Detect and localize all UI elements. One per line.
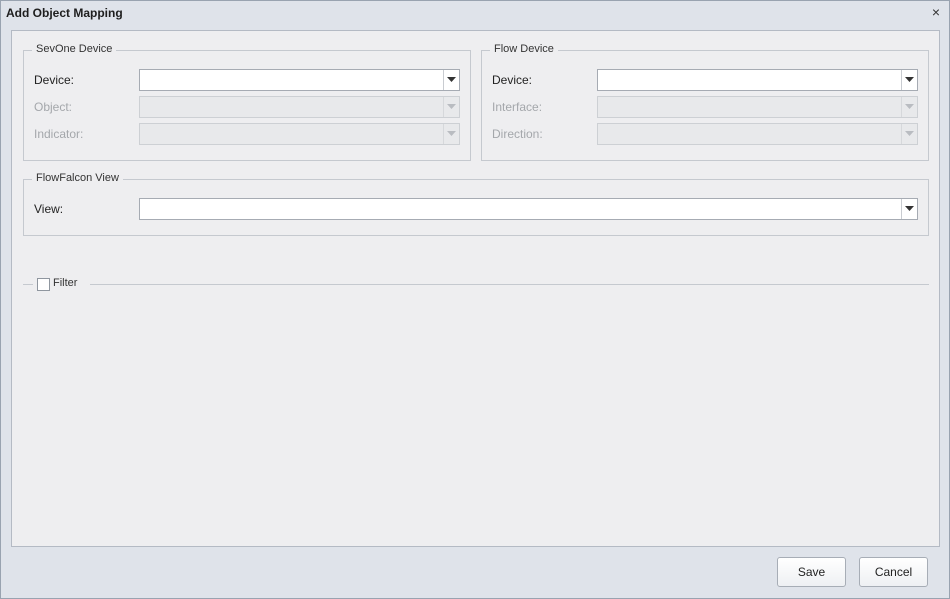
sevone-indicator-combo[interactable] [139, 123, 460, 145]
chevron-down-icon[interactable] [443, 70, 459, 90]
filter-divider-left [23, 284, 33, 285]
sevone-object-row: Object: [24, 96, 470, 118]
close-icon[interactable]: × [929, 4, 943, 20]
flow-direction-label: Direction: [492, 127, 543, 141]
add-object-mapping-dialog: Add Object Mapping × SevOne Device Devic… [0, 0, 950, 599]
flow-interface-combo[interactable] [597, 96, 918, 118]
flow-device-group: Flow Device Device: Interface: Direction… [481, 43, 929, 161]
flow-device-row: Device: [482, 69, 928, 91]
chevron-down-icon [443, 124, 459, 144]
sevone-object-label: Object: [34, 100, 73, 114]
sevone-indicator-label: Indicator: [34, 127, 84, 141]
filter-section: Filter [23, 277, 929, 291]
chevron-down-icon[interactable] [901, 199, 917, 219]
save-button[interactable]: Save [777, 557, 846, 587]
sevone-device-combo[interactable] [139, 69, 460, 91]
view-combo[interactable] [139, 198, 918, 220]
view-label: View: [34, 202, 64, 216]
chevron-down-icon [443, 97, 459, 117]
flowfalcon-view-group: FlowFalcon View View: [23, 172, 929, 236]
sevone-device-row: Device: [24, 69, 470, 91]
flow-direction-row: Direction: [482, 123, 928, 145]
dialog-body: SevOne Device Device: Object: Indicator: [11, 30, 940, 547]
flowfalcon-view-row: View: [24, 198, 928, 220]
flow-device-combo[interactable] [597, 69, 918, 91]
sevone-device-group: SevOne Device Device: Object: Indicator: [23, 43, 471, 161]
flow-device-label: Device: [492, 73, 533, 87]
chevron-down-icon[interactable] [901, 70, 917, 90]
sevone-object-combo[interactable] [139, 96, 460, 118]
sevone-indicator-row: Indicator: [24, 123, 470, 145]
flow-interface-label: Interface: [492, 100, 543, 114]
dialog-titlebar: Add Object Mapping × [1, 1, 949, 25]
filter-label: Filter [53, 277, 78, 289]
dialog-title: Add Object Mapping [6, 6, 123, 20]
flow-direction-combo[interactable] [597, 123, 918, 145]
filter-checkbox[interactable] [37, 278, 50, 291]
filter-divider-right [90, 284, 929, 285]
flowfalcon-view-legend: FlowFalcon View [32, 172, 123, 184]
chevron-down-icon [901, 97, 917, 117]
flow-interface-row: Interface: [482, 96, 928, 118]
flow-device-legend: Flow Device [490, 43, 558, 55]
sevone-device-legend: SevOne Device [32, 43, 117, 55]
sevone-device-label: Device: [34, 73, 75, 87]
cancel-button[interactable]: Cancel [859, 557, 928, 587]
chevron-down-icon [901, 124, 917, 144]
